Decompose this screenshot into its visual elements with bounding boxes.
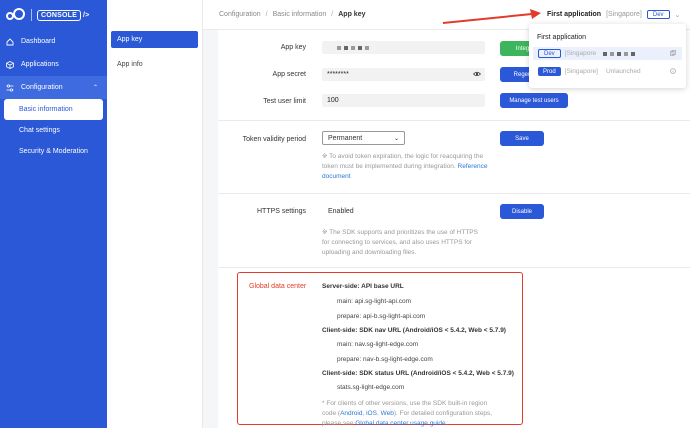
- app-selector-env-badge: Dev: [646, 10, 670, 19]
- sidebar-item-label: Applications: [21, 61, 59, 68]
- android-link[interactable]: Android: [340, 410, 362, 417]
- app-selector[interactable]: First application [Singapore] Dev ⌄: [547, 8, 680, 21]
- token-validity-value: Permanent: [328, 134, 363, 142]
- sidebar-subitem-chat-settings[interactable]: Chat settings: [0, 120, 107, 141]
- server-api-title: Server-side: API base URL: [322, 283, 404, 290]
- app-secret-value: ********: [327, 71, 349, 78]
- https-status: Enabled: [328, 208, 354, 215]
- dropdown-option-dev[interactable]: Dev [Singapore: [533, 47, 682, 60]
- secondary-nav: App key App info: [107, 0, 203, 428]
- global-data-center-guide-link[interactable]: Global data center usage guide: [355, 420, 445, 427]
- cube-icon: [6, 60, 14, 69]
- sidebar-item-applications[interactable]: Applications: [0, 53, 107, 76]
- env-badge-dev: Dev: [538, 49, 561, 58]
- sdk-nav-main: main: nav.sg-light-edge.com: [337, 341, 419, 348]
- info-icon[interactable]: [670, 67, 676, 76]
- chevron-down-icon: ⌄: [393, 135, 399, 142]
- server-api-prepare: prepare: api-b.sg-light-api.com: [337, 313, 426, 320]
- ios-link[interactable]: iOS: [366, 410, 377, 417]
- chevron-up-icon: ⌃: [92, 85, 98, 91]
- app-selector-name: First application: [547, 11, 602, 18]
- copy-icon[interactable]: [670, 49, 676, 58]
- disable-https-button[interactable]: Disable: [500, 204, 544, 219]
- token-note: ※ To avoid token expiration, the logic f…: [322, 153, 488, 180]
- logo-divider: [31, 9, 32, 21]
- logo-text: CONSOLE: [37, 9, 82, 21]
- subnav-item-app-info[interactable]: App info: [111, 56, 198, 73]
- global-data-center-box: Global data center Server-side: API base…: [237, 272, 523, 427]
- token-validity-select[interactable]: Permanent ⌄: [322, 131, 405, 145]
- sidebar: CONSOLE /> Dashboard Applications Config…: [0, 0, 107, 428]
- sidebar-subitem-security-moderation[interactable]: Security & Moderation: [0, 141, 107, 162]
- app-key-field[interactable]: [322, 41, 485, 54]
- sdk-nav-prepare: prepare: nav-b.sg-light-edge.com: [337, 356, 433, 363]
- sidebar-item-label: Configuration: [21, 84, 63, 91]
- dropdown-option-prod[interactable]: Prod [Singapore] Unlaunched: [533, 65, 682, 78]
- option-region: [Singapore]: [564, 68, 598, 75]
- app-selector-region: [Singapore]: [606, 11, 642, 18]
- server-api-main: main: api.sg-light-api.com: [337, 298, 412, 305]
- breadcrumb-separator: /: [265, 11, 268, 18]
- dropdown-title: First application: [537, 34, 587, 41]
- main-content: App key Integ App secret ******** Regen …: [218, 30, 690, 428]
- sdk-status-value: stats.sg-light-edge.com: [337, 384, 405, 391]
- home-icon: [6, 37, 14, 46]
- breadcrumb-separator: /: [331, 11, 334, 18]
- divider: [218, 120, 690, 121]
- https-settings-label: HTTPS settings: [256, 208, 306, 215]
- subnav-item-app-key[interactable]: App key: [111, 31, 198, 48]
- sliders-icon: [6, 83, 14, 92]
- eye-icon[interactable]: [473, 71, 481, 79]
- logo-icon: [6, 8, 26, 22]
- env-badge-prod: Prod: [538, 67, 561, 76]
- breadcrumb-basic-information[interactable]: Basic information: [273, 11, 327, 18]
- test-user-limit-label: Test user limit: [263, 98, 306, 105]
- chevron-down-icon: ⌄: [674, 11, 681, 19]
- web-link[interactable]: Web: [381, 410, 394, 417]
- breadcrumb-current: App key: [338, 11, 366, 18]
- logo-chevron-icon: />: [83, 11, 90, 19]
- reference-document-link-cont[interactable]: document: [322, 173, 351, 180]
- reference-document-link[interactable]: Reference: [458, 163, 488, 170]
- masked-app-key: [603, 51, 638, 56]
- app-secret-label: App secret: [272, 71, 306, 78]
- app-secret-field[interactable]: ********: [322, 68, 485, 81]
- option-status: Unlaunched: [605, 68, 641, 75]
- gdc-note: * For clients of other versions, use the…: [322, 400, 493, 427]
- global-data-center-label: Global data center: [249, 283, 307, 290]
- save-button[interactable]: Save: [500, 131, 544, 146]
- logo[interactable]: CONSOLE />: [0, 0, 107, 30]
- token-validity-label: Token validity period: [242, 136, 306, 143]
- manage-test-users-button[interactable]: Manage test users: [500, 93, 568, 108]
- divider: [218, 267, 690, 268]
- sidebar-item-configuration[interactable]: Configuration ⌃: [0, 76, 107, 99]
- test-user-limit-field[interactable]: 100: [322, 94, 485, 107]
- sdk-nav-title: Client-side: SDK nav URL (Android/iOS < …: [322, 327, 506, 334]
- sidebar-item-dashboard[interactable]: Dashboard: [0, 30, 107, 53]
- breadcrumb-configuration[interactable]: Configuration: [219, 11, 261, 18]
- https-note: ※ The SDK supports and prioritizes the u…: [322, 229, 478, 256]
- sidebar-item-label: Dashboard: [21, 38, 56, 45]
- divider: [218, 193, 690, 194]
- app-key-label: App key: [280, 44, 306, 51]
- sidebar-subitem-basic-information[interactable]: Basic information: [4, 99, 103, 120]
- option-region: [Singapore: [564, 50, 597, 57]
- app-environment-dropdown: First application Dev [Singapore Prod [S…: [529, 24, 686, 88]
- sdk-status-title: Client-side: SDK status URL (Android/iOS…: [322, 370, 514, 377]
